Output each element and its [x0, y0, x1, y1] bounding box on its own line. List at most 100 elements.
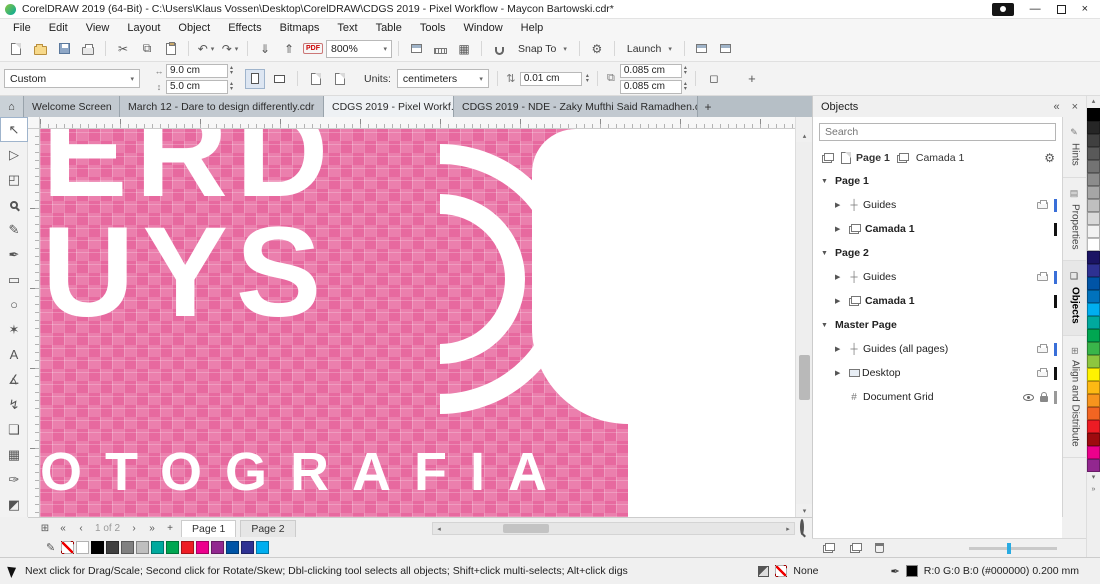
tree-row-camada-1[interactable]: ▶ Camada 1: [813, 217, 1062, 241]
portrait-button[interactable]: [245, 69, 265, 89]
color-swatch[interactable]: [121, 541, 134, 554]
tree-row-page-2[interactable]: ▼ Page 2: [813, 241, 1062, 265]
page-size-preset-combo[interactable]: Custom ▾: [4, 69, 140, 88]
dimension-tool[interactable]: ∡: [0, 367, 28, 392]
menu-effects[interactable]: Effects: [219, 22, 270, 34]
snap-to-dropdown[interactable]: Snap To ▾: [512, 43, 573, 55]
color-swatch[interactable]: [196, 541, 209, 554]
palette-eyedropper-icon[interactable]: ✎: [46, 541, 55, 554]
palette-scroll-up-icon[interactable]: ▴: [1092, 96, 1096, 108]
menu-text[interactable]: Text: [328, 22, 366, 34]
polygon-tool[interactable]: ✶: [0, 317, 28, 342]
horizontal-ruler[interactable]: [40, 117, 795, 129]
printable-icon[interactable]: [1037, 370, 1048, 377]
page-width-spinner[interactable]: ▴▾: [230, 66, 233, 76]
layer-color-bar[interactable]: [1054, 199, 1057, 212]
layer-color-bar[interactable]: [1054, 223, 1057, 236]
show-grid-button[interactable]: ▦: [453, 39, 475, 59]
tab-nde-zaky[interactable]: CDGS 2019 - NDE - Zaky Mufthi Said Ramad…: [454, 96, 698, 117]
dockers-button[interactable]: [715, 39, 737, 59]
layer-opacity-slider[interactable]: [969, 547, 1057, 550]
lock-icon[interactable]: [1040, 396, 1048, 402]
palette-swatch[interactable]: [1087, 264, 1100, 277]
palette-swatch[interactable]: [1087, 420, 1100, 433]
add-page-button[interactable]: +: [163, 523, 177, 534]
maximize-button[interactable]: [1057, 5, 1066, 14]
visibility-eye-icon[interactable]: [1023, 394, 1034, 401]
search-box[interactable]: [819, 123, 1056, 141]
tree-row-guides-1[interactable]: ▶ ┼ Guides: [813, 193, 1062, 217]
tree-row-desktop[interactable]: ▶ Desktop: [813, 361, 1062, 385]
chevron-down-icon[interactable]: ▾: [563, 45, 567, 53]
menu-view[interactable]: View: [77, 22, 119, 34]
crop-tool[interactable]: ◰: [0, 167, 28, 192]
scroll-right-button[interactable]: ▸: [782, 523, 794, 534]
scroll-up-button[interactable]: ▴: [796, 129, 813, 142]
current-page-button[interactable]: [330, 69, 350, 89]
new-layer-button[interactable]: [825, 543, 835, 551]
chevron-down-icon[interactable]: ▾: [479, 75, 483, 83]
next-page-button[interactable]: ›: [127, 523, 141, 534]
window-layout-button[interactable]: [691, 39, 713, 59]
tab-welcome-screen[interactable]: Welcome Screen: [24, 96, 120, 117]
treat-as-filled-button[interactable]: ◻: [704, 69, 724, 89]
page-width-field[interactable]: 9.0 cm: [166, 64, 228, 78]
color-swatch[interactable]: [136, 541, 149, 554]
ruler-origin-corner[interactable]: [28, 117, 40, 129]
shape-tool[interactable]: ▷: [0, 142, 28, 167]
print-button[interactable]: [77, 39, 99, 59]
menu-object[interactable]: Object: [169, 22, 219, 34]
layer-color-bar[interactable]: [1054, 367, 1057, 380]
fullscreen-preview-button[interactable]: [405, 39, 427, 59]
palette-swatch[interactable]: [1087, 329, 1100, 342]
collapse-arrow-icon[interactable]: ▼: [821, 322, 833, 329]
redo-button[interactable]: ↷▾: [219, 39, 241, 59]
vertical-ruler[interactable]: [28, 129, 40, 517]
color-eyedropper-tool[interactable]: ✑: [0, 467, 28, 492]
tree-row-camada-2[interactable]: ▶ Camada 1: [813, 289, 1062, 313]
duplicate-y-spinner[interactable]: ▴▾: [684, 82, 687, 92]
tree-row-document-grid[interactable]: # Document Grid: [813, 385, 1062, 409]
color-swatch[interactable]: [106, 541, 119, 554]
nudge-spinner[interactable]: ▴▾: [586, 74, 589, 84]
freehand-tool[interactable]: ✎: [0, 217, 28, 242]
pick-tool[interactable]: ↖: [0, 117, 28, 142]
palette-swatch[interactable]: [1087, 121, 1100, 134]
export-button[interactable]: ⇑: [278, 39, 300, 59]
palette-swatch[interactable]: [1087, 407, 1100, 420]
palette-swatch[interactable]: [1087, 446, 1100, 459]
docker-close-button[interactable]: ×: [1072, 101, 1078, 113]
color-swatch[interactable]: [166, 541, 179, 554]
palette-swatch[interactable]: [1087, 186, 1100, 199]
page-sorter-icon[interactable]: ⊞: [38, 523, 52, 534]
paste-button[interactable]: [160, 39, 182, 59]
all-pages-button[interactable]: [306, 69, 326, 89]
menu-bitmaps[interactable]: Bitmaps: [271, 22, 329, 34]
vertical-scroll-thumb[interactable]: [799, 355, 810, 400]
palette-scroll-down-icon[interactable]: ▾: [1092, 472, 1096, 484]
tree-row-guides-all-pages[interactable]: ▶ ┼ Guides (all pages): [813, 337, 1062, 361]
duplicate-x-field[interactable]: 0.085 cm: [620, 64, 682, 78]
cut-button[interactable]: ✂: [112, 39, 134, 59]
menu-file[interactable]: File: [4, 22, 40, 34]
menu-tools[interactable]: Tools: [411, 22, 455, 34]
scroll-down-button[interactable]: ▾: [796, 504, 813, 517]
menu-help[interactable]: Help: [512, 22, 553, 34]
layer-color-bar[interactable]: [1054, 343, 1057, 356]
tab-pixel-workflow-active[interactable]: CDGS 2019 - Pixel Workf..*: [324, 96, 454, 117]
palette-swatch[interactable]: [1087, 459, 1100, 472]
menu-edit[interactable]: Edit: [40, 22, 77, 34]
layer-color-bar[interactable]: [1054, 295, 1057, 308]
expand-arrow-icon[interactable]: ▶: [835, 201, 847, 209]
palette-swatch[interactable]: [1087, 368, 1100, 381]
text-tool[interactable]: A: [0, 342, 28, 367]
docker-options-gear-icon[interactable]: ⚙: [1044, 151, 1055, 165]
docker-collapse-button[interactable]: «: [1053, 101, 1059, 113]
color-swatch[interactable]: [211, 541, 224, 554]
expand-arrow-icon[interactable]: ▶: [835, 369, 847, 377]
palette-swatch[interactable]: [1087, 173, 1100, 186]
page-tab-1[interactable]: Page 1: [181, 520, 236, 537]
layer-color-bar[interactable]: [1054, 391, 1057, 404]
palette-swatch[interactable]: [1087, 225, 1100, 238]
expand-arrow-icon[interactable]: ▶: [835, 273, 847, 281]
